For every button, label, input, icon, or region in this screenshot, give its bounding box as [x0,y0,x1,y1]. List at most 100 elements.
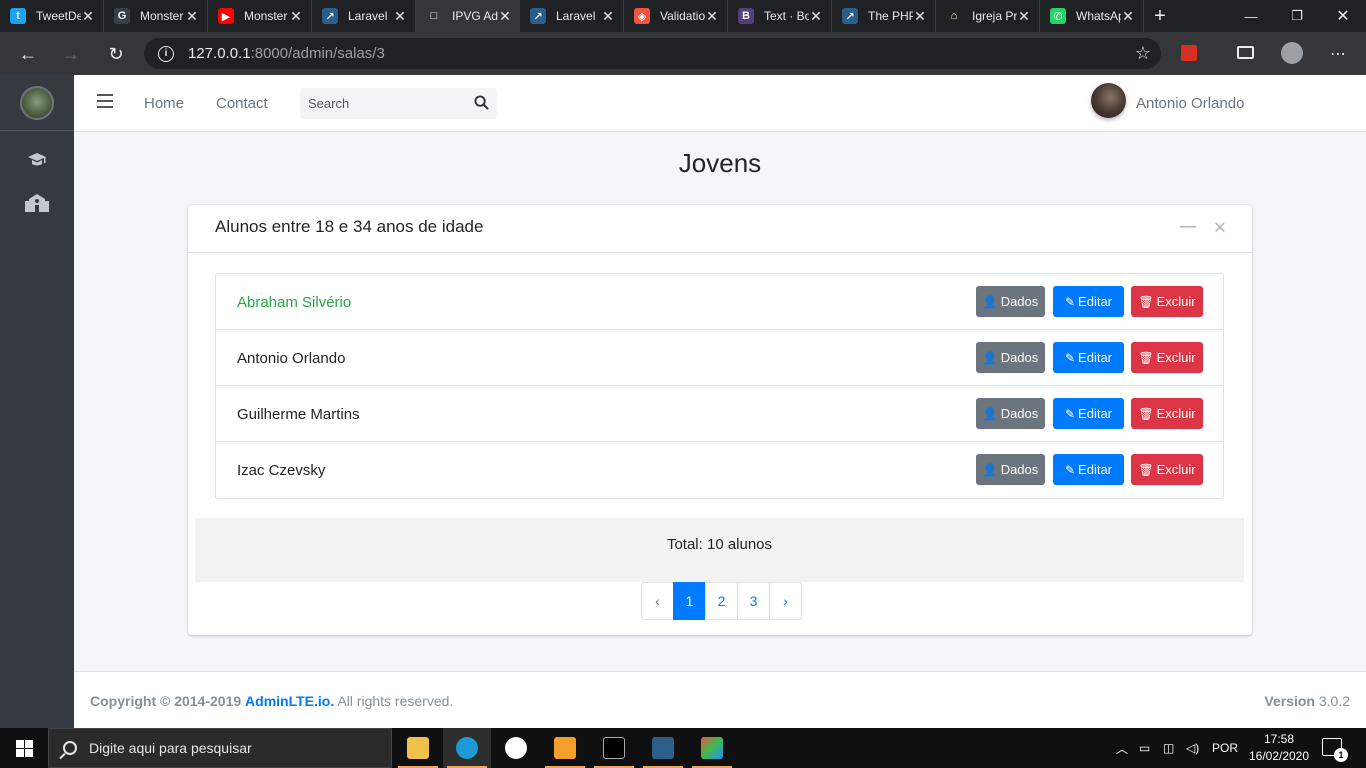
cast-icon[interactable] [1237,46,1254,59]
excluir-button[interactable]: 🗑 Excluir [1131,454,1203,485]
browser-tab-strip: tTweetDeck✕GMonster✕▶Monster✕↗Laravel✕□I… [0,0,1366,32]
excluir-button[interactable]: 🗑 Excluir [1131,286,1203,317]
search-icon[interactable] [474,95,489,110]
user-name[interactable]: Antonio Orlando [1136,95,1244,112]
search-input[interactable] [308,96,468,111]
excluir-button[interactable]: 🗑 Excluir [1131,398,1203,429]
profile-icon[interactable] [1281,42,1303,64]
editar-button[interactable]: ✎ Editar [1053,398,1124,429]
school-icon[interactable] [0,189,74,217]
close-icon[interactable]: ✕ [1211,218,1229,238]
site-info-icon[interactable]: i [158,45,174,62]
url-input[interactable]: i 127.0.0.1:8000/admin/salas/3 ☆ [144,38,1161,69]
vscode-icon[interactable] [639,728,687,768]
terminal-icon[interactable] [590,728,638,768]
file-explorer-icon[interactable] [394,728,442,768]
browser-tab[interactable]: ↗ The PHP ✕ [832,0,936,32]
bookmark-star-icon[interactable]: ☆ [1135,43,1151,64]
forward-icon[interactable]: → [57,40,85,68]
graduation-icon[interactable] [0,147,74,175]
tab-title: Text · Bootstrap [764,9,809,23]
list-item: Guilherme Martins 👤 Dados ✎ Editar 🗑 Exclui… [216,386,1223,442]
restore-icon[interactable]: ❐ [1274,0,1320,32]
new-tab-icon[interactable]: + [1144,0,1176,32]
menu-toggle-icon[interactable] [97,94,113,108]
pagination: ‹ 1 2 3 › [641,582,802,620]
close-tab-icon[interactable]: ✕ [393,8,407,25]
dados-button[interactable]: 👤 Dados [976,454,1045,485]
minimize-icon[interactable]: — [1228,0,1274,32]
student-name[interactable]: Antonio Orlando [237,350,345,367]
browser-tab[interactable]: ◈ Validation✕ [624,0,728,32]
edit-icon: ✎ [1064,294,1076,309]
itunes-icon[interactable] [492,728,540,768]
page-next[interactable]: › [769,582,802,620]
nav-contact-link[interactable]: Contact [216,95,268,112]
close-tab-icon[interactable]: ✕ [601,8,615,25]
battery-icon[interactable]: ▭ [1139,728,1150,768]
dados-label: Dados [1000,406,1039,421]
tab-title: TweetDeck [36,9,81,23]
sublime-icon[interactable] [541,728,589,768]
page-prev[interactable]: ‹ [641,582,674,620]
close-tab-icon[interactable]: ✕ [81,8,95,25]
close-tab-icon[interactable]: ✕ [498,8,512,25]
back-icon[interactable]: ← [14,40,42,68]
trash-icon: 🗑 [1138,294,1154,309]
close-tab-icon[interactable]: ✕ [705,8,719,25]
volume-icon[interactable]: ◁) [1186,728,1199,768]
browser-tab[interactable]: t TweetDeck✕ [0,0,104,32]
edge-icon[interactable] [443,728,491,768]
page-2[interactable]: 2 [705,582,738,620]
close-tab-icon[interactable]: ✕ [1121,8,1135,25]
editar-button[interactable]: ✎ Editar [1053,286,1124,317]
student-name[interactable]: Abraham Silvério [237,294,351,311]
close-tab-icon[interactable]: ✕ [289,8,303,25]
extension-icon[interactable] [1181,45,1197,61]
dados-button[interactable]: 👤 Dados [976,342,1045,373]
windows-start-icon[interactable] [0,728,48,768]
browser-tab[interactable]: ⌂ Igreja Presbiteriana✕ [936,0,1040,32]
page-1[interactable]: 1 [673,582,706,620]
network-icon[interactable]: ◫ [1163,728,1174,768]
browser-tab[interactable]: G Monster ✕ [104,0,208,32]
editar-button[interactable]: ✎ Editar [1053,342,1124,373]
collapse-icon[interactable]: — [1179,218,1197,236]
close-window-icon[interactable]: ✕ [1320,0,1366,32]
adminlte-link[interactable]: AdminLTE.io. [245,693,334,709]
browser-tab[interactable]: ✆ WhatsApp✕ [1040,0,1144,32]
page-3[interactable]: 3 [737,582,770,620]
more-menu-icon[interactable]: ⋯ [1324,40,1352,68]
copyright-prefix: Copyright © 2014-2019 [90,693,242,709]
browser-tab[interactable]: ▶ Monster ✕ [208,0,312,32]
tray-chevron-icon[interactable]: ︿ [1116,728,1128,768]
student-name[interactable]: Guilherme Martins [237,406,360,423]
dados-button[interactable]: 👤 Dados [976,398,1045,429]
clock-date: 16/02/2020 [1248,749,1310,763]
browser-tab[interactable]: B Text · Bootstrap✕ [728,0,832,32]
browser-tab[interactable]: ↗ Laravel ✕ [520,0,624,32]
close-tab-icon[interactable]: ✕ [809,8,823,25]
excluir-button[interactable]: 🗑 Excluir [1131,342,1203,373]
church-logo [20,85,54,120]
reload-icon[interactable]: ↻ [102,40,130,68]
dados-button[interactable]: 👤 Dados [976,286,1045,317]
taskbar-search[interactable]: Digite aqui para pesquisar [48,728,392,768]
browser-tab[interactable]: □ IPVG Admin✕ [416,0,520,32]
dados-label: Dados [1000,294,1039,309]
gitkraken-icon[interactable] [688,728,736,768]
nav-home-link[interactable]: Home [144,95,184,112]
avatar[interactable] [1091,83,1126,118]
bootstrap-icon: B [738,8,754,24]
editar-button[interactable]: ✎ Editar [1053,454,1124,485]
student-name[interactable]: Izac Czevsky [237,462,325,479]
dados-label: Dados [1000,462,1039,477]
close-tab-icon[interactable]: ✕ [185,8,199,25]
search-form [300,88,497,119]
brand-logo[interactable] [0,75,74,131]
language-indicator[interactable]: POR [1212,728,1238,768]
close-tab-icon[interactable]: ✕ [913,8,927,25]
close-tab-icon[interactable]: ✕ [1017,8,1031,25]
browser-tab[interactable]: ↗ Laravel ✕ [312,0,416,32]
clock[interactable]: 17:58 16/02/2020 [1248,731,1310,765]
